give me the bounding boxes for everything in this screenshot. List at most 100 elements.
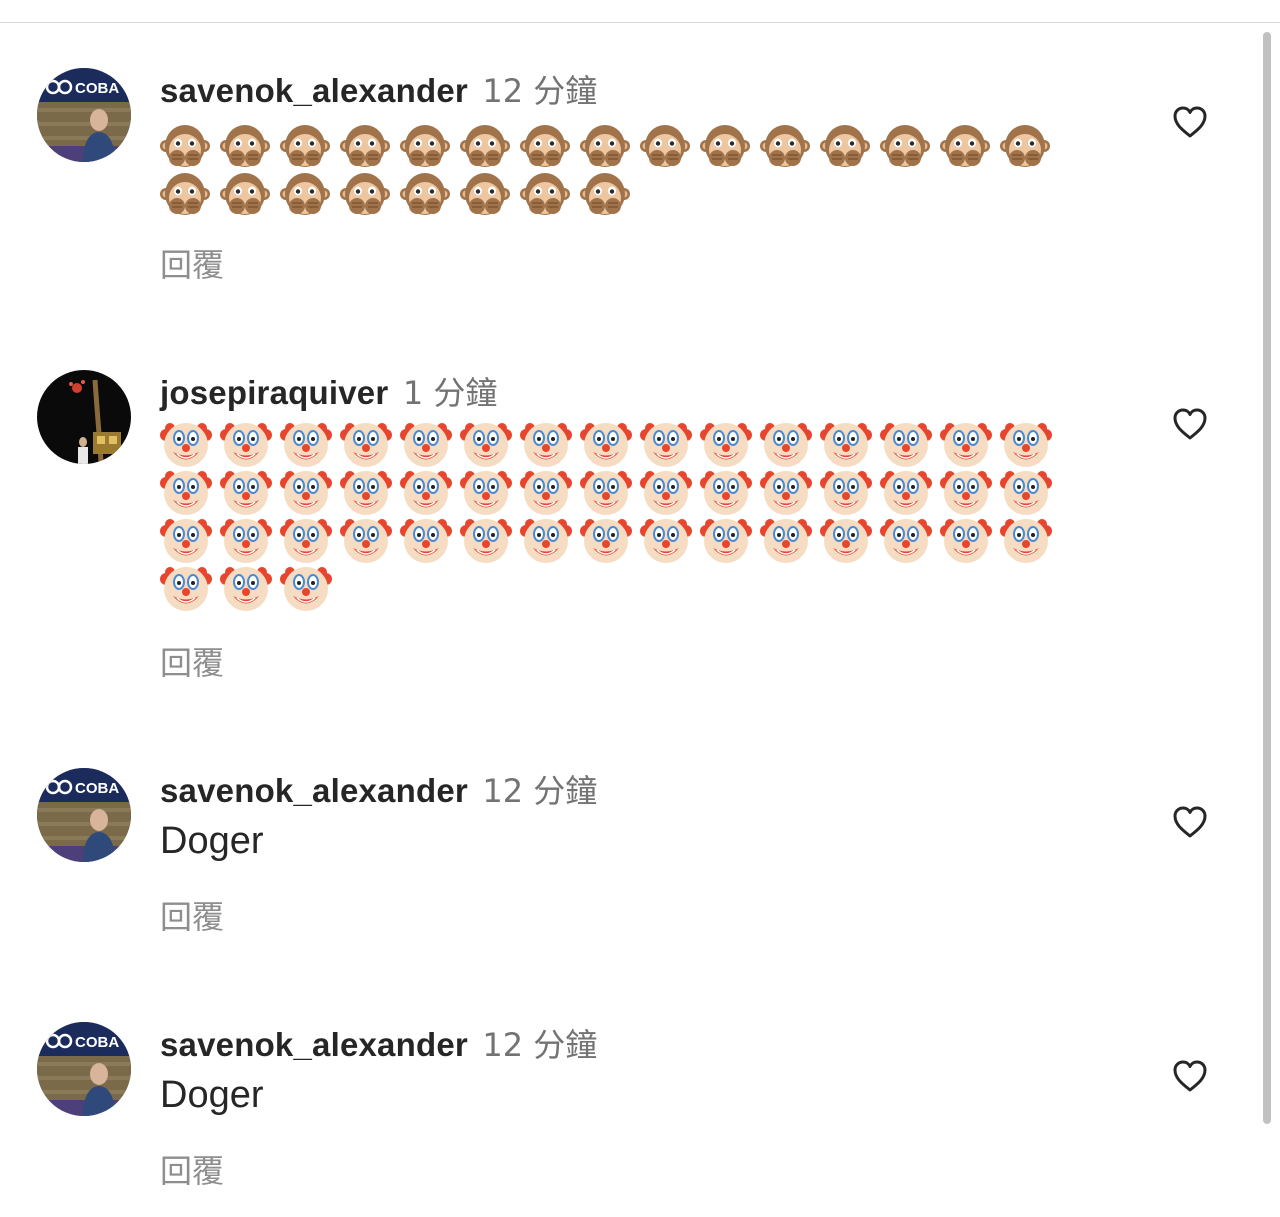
like-button[interactable] xyxy=(1170,1056,1210,1096)
speak-no-evil-monkey-icon xyxy=(580,122,640,170)
like-button[interactable] xyxy=(1170,102,1210,142)
avatar[interactable]: COBA xyxy=(37,1022,131,1116)
speak-no-evil-monkey-icon xyxy=(760,122,820,170)
clown-face-icon xyxy=(760,468,820,516)
clown-face-icon xyxy=(820,420,880,468)
speak-no-evil-monkey-icon xyxy=(280,170,340,218)
username-link[interactable]: savenok_alexander xyxy=(160,72,468,109)
clown-face-icon xyxy=(1000,420,1060,468)
heart-outline-icon xyxy=(1173,806,1207,838)
comment-timestamp: 1 分鐘 xyxy=(402,374,498,412)
clown-face-icon xyxy=(220,420,280,468)
speak-no-evil-monkey-icon xyxy=(820,122,880,170)
clown-face-icon xyxy=(640,420,700,468)
comment-emoji-body xyxy=(160,420,1060,612)
avatar[interactable]: COBA xyxy=(37,768,131,862)
speak-no-evil-monkey-icon xyxy=(340,170,400,218)
username-link[interactable]: savenok_alexander xyxy=(160,1026,468,1063)
clown-face-icon xyxy=(700,516,760,564)
avatar[interactable]: COBA xyxy=(37,68,131,162)
reply-button[interactable]: 回覆 xyxy=(160,892,224,938)
reply-button[interactable]: 回覆 xyxy=(160,1146,224,1192)
comment-header: savenok_alexander 12 分鐘 xyxy=(160,66,597,112)
clown-face-icon xyxy=(1000,516,1060,564)
clown-face-icon xyxy=(580,516,640,564)
like-button[interactable] xyxy=(1170,404,1210,444)
clown-face-icon xyxy=(400,468,460,516)
speak-no-evil-monkey-icon xyxy=(160,170,220,218)
clown-face-icon xyxy=(220,516,280,564)
avatar[interactable] xyxy=(37,370,131,464)
clown-face-icon xyxy=(880,516,940,564)
clown-face-icon xyxy=(460,420,520,468)
clown-face-icon xyxy=(340,420,400,468)
reply-button[interactable]: 回覆 xyxy=(160,240,224,286)
speak-no-evil-monkey-icon xyxy=(520,122,580,170)
clown-face-icon xyxy=(160,564,220,612)
clown-face-icon xyxy=(940,516,1000,564)
clown-face-icon xyxy=(460,516,520,564)
clown-face-icon xyxy=(280,564,340,612)
username-link[interactable]: savenok_alexander xyxy=(160,772,468,809)
clown-face-icon xyxy=(220,468,280,516)
scrollbar-thumb[interactable] xyxy=(1263,32,1271,1124)
like-button[interactable] xyxy=(1170,802,1210,842)
clown-face-icon xyxy=(520,468,580,516)
clown-face-icon xyxy=(280,420,340,468)
clown-face-icon xyxy=(820,468,880,516)
clown-face-icon xyxy=(640,516,700,564)
speak-no-evil-monkey-icon xyxy=(700,122,760,170)
clown-face-icon xyxy=(940,468,1000,516)
comment-emoji-body xyxy=(160,122,1060,218)
clown-face-icon xyxy=(280,468,340,516)
speak-no-evil-monkey-icon xyxy=(400,122,460,170)
svg-text:COBA: COBA xyxy=(75,1034,119,1051)
svg-text:COBA: COBA xyxy=(75,780,119,797)
clown-face-icon xyxy=(580,420,640,468)
speak-no-evil-monkey-icon xyxy=(460,122,520,170)
clown-face-icon xyxy=(400,420,460,468)
speak-no-evil-monkey-icon xyxy=(640,122,700,170)
clown-face-icon xyxy=(700,468,760,516)
speak-no-evil-monkey-icon xyxy=(220,170,280,218)
clown-face-icon xyxy=(760,516,820,564)
speak-no-evil-monkey-icon xyxy=(280,122,340,170)
heart-outline-icon xyxy=(1173,106,1207,138)
clown-face-icon xyxy=(880,420,940,468)
clown-face-icon xyxy=(460,468,520,516)
speak-no-evil-monkey-icon xyxy=(880,122,940,170)
comment-text: Doger xyxy=(160,820,264,862)
clown-face-icon xyxy=(280,516,340,564)
clown-face-icon xyxy=(160,516,220,564)
clown-face-icon xyxy=(640,468,700,516)
clown-face-icon xyxy=(400,516,460,564)
speak-no-evil-monkey-icon xyxy=(340,122,400,170)
speak-no-evil-monkey-icon xyxy=(1000,122,1060,170)
comment-timestamp: 12 分鐘 xyxy=(482,1026,598,1064)
heart-outline-icon xyxy=(1173,408,1207,440)
svg-text:COBA: COBA xyxy=(75,80,119,97)
speak-no-evil-monkey-icon xyxy=(520,170,580,218)
username-link[interactable]: josepiraquiver xyxy=(160,374,388,411)
comment-header: savenok_alexander 12 分鐘 xyxy=(160,1020,597,1066)
comment-timestamp: 12 分鐘 xyxy=(482,72,598,110)
clown-face-icon xyxy=(880,468,940,516)
top-divider xyxy=(0,22,1280,23)
speak-no-evil-monkey-icon xyxy=(460,170,520,218)
speak-no-evil-monkey-icon xyxy=(940,122,1000,170)
clown-face-icon xyxy=(520,516,580,564)
speak-no-evil-monkey-icon xyxy=(160,122,220,170)
comment-header: savenok_alexander 12 分鐘 xyxy=(160,766,597,812)
reply-button[interactable]: 回覆 xyxy=(160,638,224,684)
speak-no-evil-monkey-icon xyxy=(580,170,640,218)
speak-no-evil-monkey-icon xyxy=(400,170,460,218)
speak-no-evil-monkey-icon xyxy=(220,122,280,170)
heart-outline-icon xyxy=(1173,1060,1207,1092)
clown-face-icon xyxy=(580,468,640,516)
comment-header: josepiraquiver 1 分鐘 xyxy=(160,368,497,414)
comment-text: Doger xyxy=(160,1074,264,1116)
clown-face-icon xyxy=(700,420,760,468)
clown-face-icon xyxy=(160,468,220,516)
clown-face-icon xyxy=(1000,468,1060,516)
clown-face-icon xyxy=(940,420,1000,468)
